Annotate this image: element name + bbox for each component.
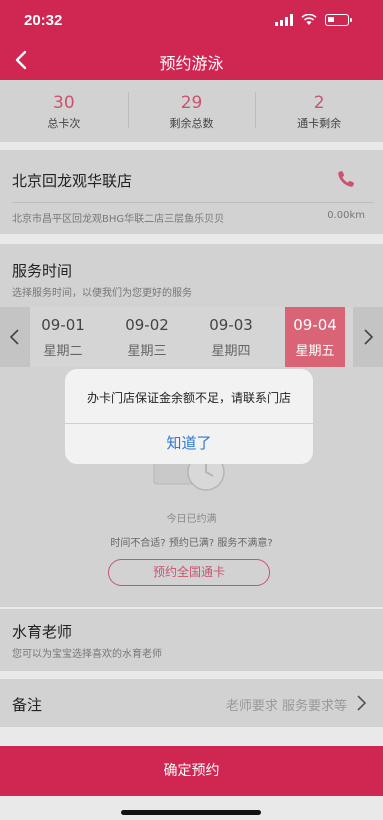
- date-picker: 09-01 星期二 09-02 星期三 09-03 星期四 09-04 星期五: [0, 307, 383, 367]
- status-time: 20:32: [24, 12, 63, 29]
- store-divider: [12, 202, 373, 203]
- confirm-booking-button[interactable]: 确定预约: [0, 746, 383, 796]
- section-title: 水育老师: [12, 623, 73, 641]
- store-distance: 0.00km: [327, 210, 365, 221]
- section-subtitle: 选择服务时间，以便我们为您更好的服务: [12, 288, 192, 299]
- store-name: 北京回龙观华联店: [12, 172, 133, 190]
- stat-value: 2: [313, 93, 325, 113]
- stat-remaining: 29 剩余总数: [127, 80, 256, 142]
- date-option[interactable]: 09-01 星期二: [33, 307, 93, 367]
- stat-national-card: 2 通卡剩余: [255, 80, 383, 142]
- alternative-hint: 时间不合适? 预约已满? 服务不满意?: [110, 538, 273, 549]
- stat-value: 29: [180, 93, 203, 113]
- remark-placeholder: 老师要求 服务要求等: [225, 699, 347, 714]
- stat-label: 剩余总数: [169, 117, 214, 130]
- date-label: 09-02: [125, 316, 169, 334]
- weekday-label: 星期四: [211, 344, 251, 359]
- date-label: 09-04: [293, 316, 337, 334]
- section-subtitle: 您可以为宝宝选择喜欢的水育老师: [12, 649, 162, 660]
- next-dates-button[interactable]: [353, 307, 383, 367]
- date-label: 09-03: [209, 316, 253, 334]
- home-indicator: [121, 810, 261, 815]
- battery-icon: [325, 14, 352, 26]
- phone-icon[interactable]: [335, 168, 357, 190]
- nav-bar: 预约游泳: [0, 40, 383, 80]
- chevron-right-icon: [357, 695, 367, 711]
- page-title: 预约游泳: [159, 54, 224, 73]
- alert-dialog: 办卡门店保证金余额不足，请联系门店 知道了: [65, 369, 313, 464]
- stat-label: 通卡剩余: [297, 117, 342, 130]
- date-option[interactable]: 09-02 星期三: [117, 307, 177, 367]
- date-label: 09-01: [41, 316, 85, 334]
- weekday-label: 星期五: [295, 344, 335, 359]
- signal-icon: [275, 14, 293, 26]
- teacher-section[interactable]: 水育老师 您可以为宝宝选择喜欢的水育老师: [0, 609, 383, 671]
- store-card: 北京回龙观华联店 北京市昌平区回龙观BHG华联二店三层鱼乐贝贝 0.00km: [0, 150, 383, 234]
- card-stats: 30 总卡次 29 剩余总数 2 通卡剩余: [0, 80, 383, 142]
- book-national-card-button[interactable]: 预约全国通卡: [108, 559, 270, 586]
- chevron-left-icon: [9, 329, 19, 345]
- status-bar: 20:32: [0, 0, 383, 40]
- stat-label: 总卡次: [47, 117, 81, 130]
- alert-confirm-button[interactable]: 知道了: [65, 423, 313, 464]
- date-option-selected[interactable]: 09-04 星期五: [285, 307, 345, 367]
- alert-message: 办卡门店保证金余额不足，请联系门店: [86, 391, 291, 405]
- fully-booked-text: 今日已约满: [166, 514, 217, 525]
- weekday-label: 星期三: [127, 344, 167, 359]
- remark-label: 备注: [12, 696, 43, 714]
- section-title: 服务时间: [12, 262, 73, 280]
- status-icons: [275, 14, 352, 26]
- weekday-label: 星期二: [43, 344, 83, 359]
- prev-dates-button[interactable]: [0, 307, 30, 367]
- chevron-right-icon: [364, 329, 374, 345]
- stat-value: 30: [53, 93, 75, 113]
- stat-total: 30 总卡次: [0, 80, 128, 142]
- wifi-icon: [301, 14, 317, 25]
- store-address: 北京市昌平区回龙观BHG华联二店三层鱼乐贝贝: [12, 214, 225, 225]
- remark-row[interactable]: 备注 老师要求 服务要求等: [0, 679, 383, 727]
- date-option[interactable]: 09-03 星期四: [201, 307, 261, 367]
